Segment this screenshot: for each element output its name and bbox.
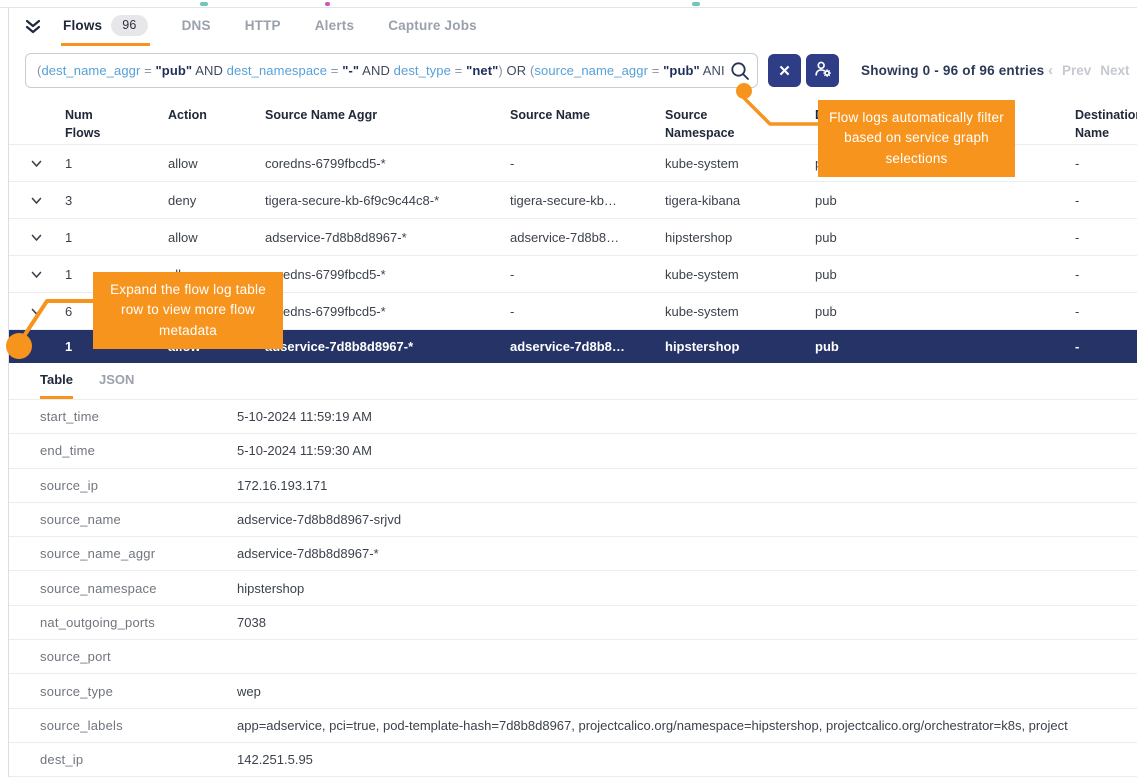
detail-tab-table[interactable]: Table bbox=[40, 363, 73, 399]
col-source-namespace: Source Namespace bbox=[665, 107, 755, 142]
field-key: source_ip bbox=[40, 478, 237, 493]
tab-flows-label: Flows bbox=[63, 18, 102, 33]
annotation-filter-tooltip: Flow logs automatically filter based on … bbox=[818, 100, 1015, 177]
prev-chevron-icon: ‹ bbox=[1048, 62, 1053, 79]
showing-entries-text: Showing 0 - 96 of 96 entries bbox=[861, 53, 1044, 88]
expand-chevron-icon[interactable] bbox=[30, 305, 65, 318]
detail-field-row: start_time 5-10-2024 11:59:19 AM bbox=[9, 400, 1137, 434]
detail-field-row: source_port bbox=[9, 640, 1137, 674]
expand-chevron-icon[interactable] bbox=[30, 194, 65, 207]
field-value: adservice-7d8b8d8967-* bbox=[237, 546, 1137, 561]
expand-chevron-icon[interactable] bbox=[30, 231, 65, 244]
detail-field-row: source_name adservice-7d8b8d8967-srjvd bbox=[9, 503, 1137, 537]
detail-field-row: end_time 5-10-2024 11:59:30 AM bbox=[9, 434, 1137, 468]
field-key: source_labels bbox=[40, 718, 237, 733]
field-key: end_time bbox=[40, 443, 237, 458]
col-num-flows: Num Flows bbox=[65, 107, 110, 142]
field-key: start_time bbox=[40, 409, 237, 424]
tab-http[interactable]: HTTP bbox=[243, 8, 283, 46]
expand-chevron-icon[interactable] bbox=[30, 268, 65, 281]
tab-alerts[interactable]: Alerts bbox=[313, 8, 356, 46]
col-source-name-aggr: Source Name Aggr bbox=[265, 107, 510, 125]
detail-field-row: source_type wep bbox=[9, 674, 1137, 708]
field-key: nat_outgoing_ports bbox=[40, 615, 237, 630]
close-icon: ✕ bbox=[778, 62, 791, 80]
expand-chevron-icon[interactable] bbox=[30, 157, 65, 170]
field-value: 142.251.5.95 bbox=[237, 752, 1137, 767]
user-settings-button[interactable] bbox=[806, 54, 839, 87]
detail-field-row: source_namespace hipstershop bbox=[9, 571, 1137, 605]
field-key: source_type bbox=[40, 684, 237, 699]
double-chevron-down-icon[interactable] bbox=[23, 8, 43, 46]
field-key: source_name_aggr bbox=[40, 546, 237, 561]
table-row[interactable]: 1 allow adservice-7d8b8d8967-* adservice… bbox=[9, 219, 1137, 256]
cropped-graph-fragment bbox=[692, 2, 700, 6]
user-gear-icon bbox=[813, 59, 833, 82]
field-key: source_name bbox=[40, 512, 237, 527]
field-key: dest_ip bbox=[40, 752, 237, 767]
field-value: 5-10-2024 11:59:30 AM bbox=[237, 443, 1137, 458]
flows-count-badge: 96 bbox=[111, 15, 147, 36]
tab-flows[interactable]: Flows 96 bbox=[61, 8, 150, 46]
cropped-graph-fragment bbox=[200, 2, 208, 6]
filter-query: (dest_name_aggr = "pub" AND dest_namespa… bbox=[37, 63, 725, 78]
tab-dns[interactable]: DNS bbox=[180, 8, 213, 46]
detail-field-row: nat_outgoing_ports 7038 bbox=[9, 606, 1137, 640]
field-value: adservice-7d8b8d8967-srjvd bbox=[237, 512, 1137, 527]
cropped-graph-fragment bbox=[325, 2, 330, 6]
field-value: 5-10-2024 11:59:19 AM bbox=[237, 409, 1137, 424]
clear-filter-button[interactable]: ✕ bbox=[768, 54, 801, 87]
pagination: ‹ Prev Next › bbox=[1048, 53, 1137, 88]
col-source-name: Source Name bbox=[510, 107, 665, 125]
field-value: hipstershop bbox=[237, 581, 1137, 596]
field-value: 172.16.193.171 bbox=[237, 478, 1137, 493]
detail-tab-json[interactable]: JSON bbox=[99, 363, 134, 399]
col-action: Action bbox=[168, 107, 265, 125]
prev-button[interactable]: Prev bbox=[1062, 63, 1091, 78]
tab-capture-jobs[interactable]: Capture Jobs bbox=[386, 8, 479, 46]
search-icon[interactable] bbox=[729, 60, 751, 85]
field-value: 7038 bbox=[237, 615, 1137, 630]
detail-field-row: source_labels app=adservice, pci=true, p… bbox=[9, 709, 1137, 743]
detail-field-row: dest_ip 142.251.5.95 bbox=[9, 743, 1137, 777]
filter-query-input[interactable]: (dest_name_aggr = "pub" AND dest_namespa… bbox=[25, 53, 758, 88]
next-button[interactable]: Next bbox=[1100, 63, 1129, 78]
flow-detail-panel: Table JSON start_time 5-10-2024 11:59:19… bbox=[9, 363, 1137, 777]
field-key: source_port bbox=[40, 649, 237, 664]
table-row[interactable]: 3 deny tigera-secure-kb-6f9c9c44c8-* tig… bbox=[9, 182, 1137, 219]
field-value: app=adservice, pci=true, pod-template-ha… bbox=[237, 718, 1137, 733]
detail-tabbar: Table JSON bbox=[9, 363, 1137, 400]
cropped-top-strip bbox=[0, 0, 1137, 8]
field-key: source_namespace bbox=[40, 581, 237, 596]
field-value: wep bbox=[237, 684, 1137, 699]
flow-log-tabbar: Flows 96 DNS HTTP Alerts Capture Jobs bbox=[9, 8, 1137, 46]
annotation-expand-tooltip: Expand the flow log table row to view mo… bbox=[93, 272, 283, 349]
col-destination-name: Destination Name bbox=[1075, 107, 1137, 142]
detail-field-row: source_name_aggr adservice-7d8b8d8967-* bbox=[9, 537, 1137, 571]
detail-field-row: source_ip 172.16.193.171 bbox=[9, 469, 1137, 503]
